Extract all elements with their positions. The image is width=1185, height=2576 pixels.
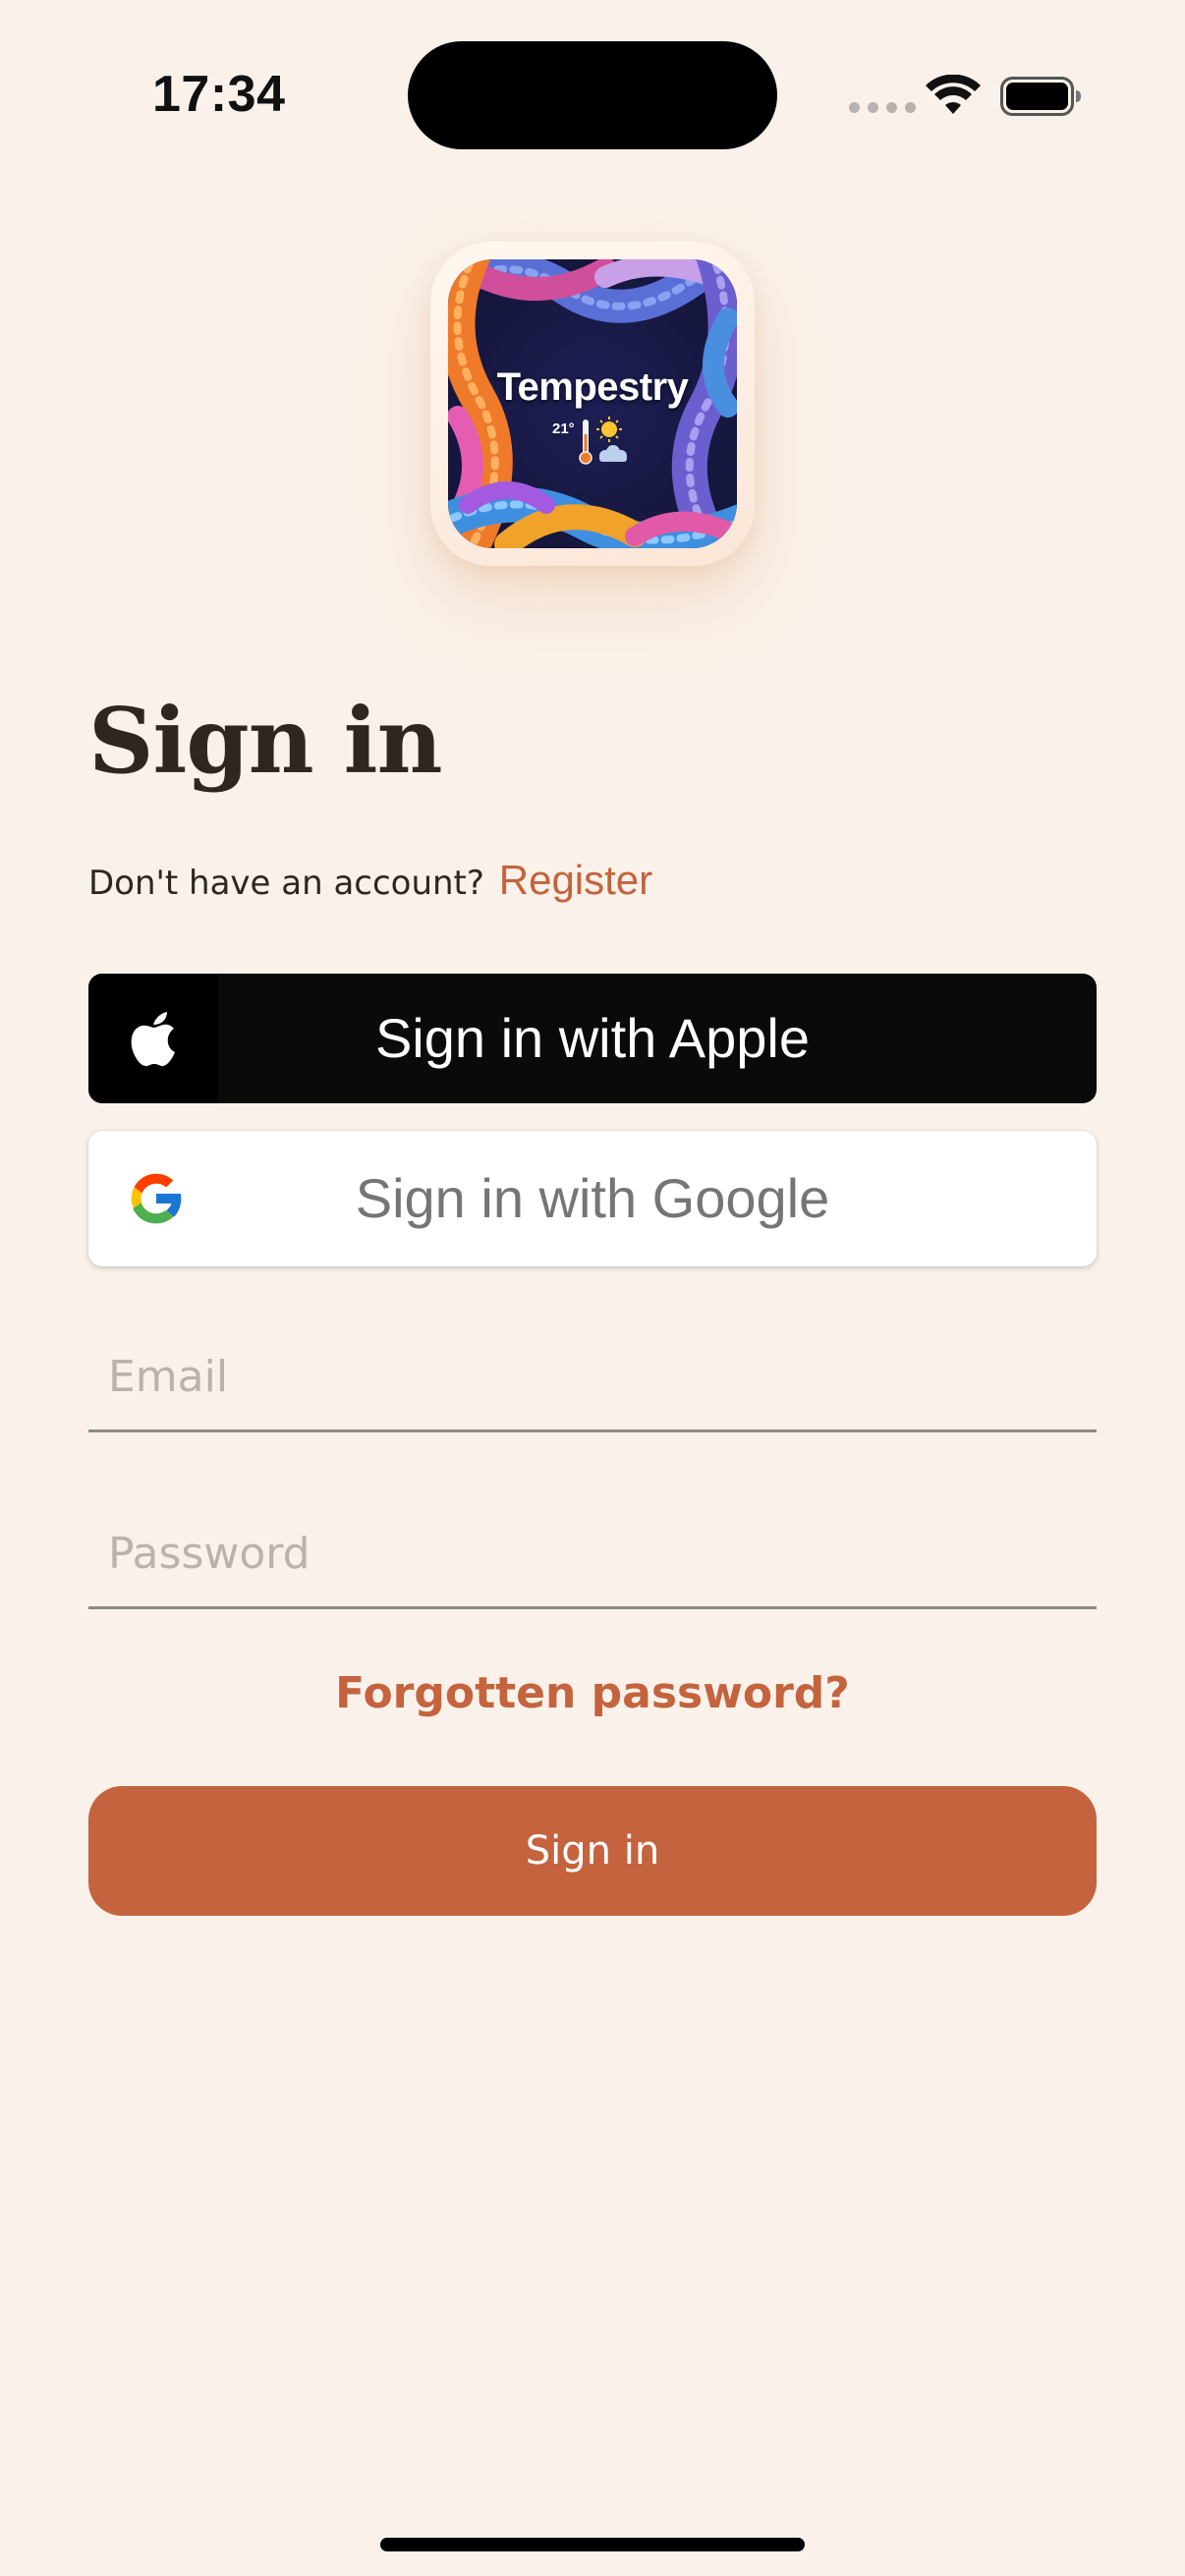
page-title: Sign in (88, 688, 442, 794)
sign-in-with-google-button[interactable]: Sign in with Google (88, 1131, 1097, 1266)
email-field[interactable] (88, 1324, 1097, 1432)
password-field[interactable] (88, 1501, 1097, 1609)
status-time: 17:34 (152, 66, 286, 123)
sign-in-with-apple-button[interactable]: Sign in with Apple (88, 974, 1097, 1103)
register-link[interactable]: Register (499, 857, 652, 903)
logo-temperature: 21° (552, 420, 575, 437)
battery-icon (1000, 77, 1081, 116)
forgot-password-link[interactable]: Forgotten password? (0, 1668, 1185, 1718)
wifi-icon (926, 75, 981, 114)
apple-button-label: Sign in with Apple (374, 1007, 811, 1069)
google-button-label: Sign in with Google (355, 1167, 830, 1229)
app-logo-artwork: Tempestry 21° (448, 259, 737, 548)
apple-logo-icon (131, 1012, 175, 1067)
apple-icon-cell (88, 974, 218, 1103)
logo-title: Tempestry (496, 365, 689, 409)
register-prompt: Don't have an account? (88, 864, 484, 903)
home-indicator (380, 2538, 805, 2551)
register-row: Don't have an account? Register (88, 857, 652, 904)
sign-in-button[interactable]: Sign in (88, 1786, 1097, 1916)
dynamic-island (408, 41, 777, 149)
signal-dots-icon (849, 102, 916, 113)
app-logo: Tempestry 21° (430, 242, 755, 566)
